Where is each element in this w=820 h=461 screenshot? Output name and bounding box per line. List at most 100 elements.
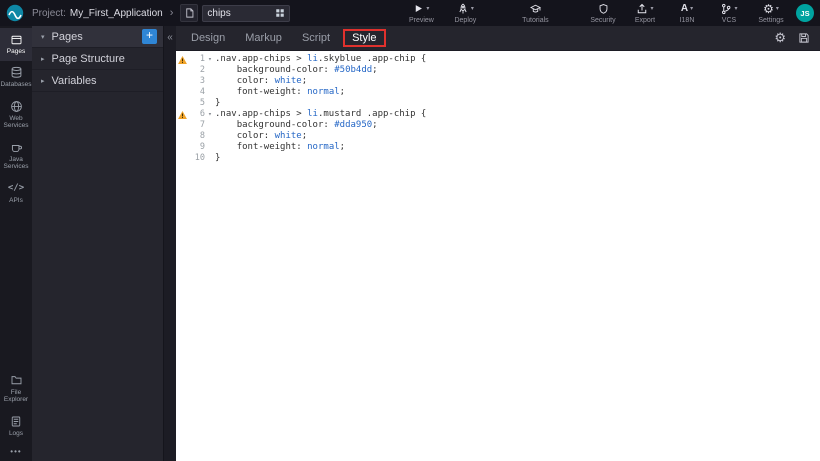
- fold-icon[interactable]: ▾: [205, 54, 215, 65]
- page-name: chips: [207, 8, 275, 19]
- sidebar-item-logs[interactable]: Logs: [0, 410, 32, 443]
- preview-button[interactable]: ▾ Preview: [406, 2, 436, 24]
- panel-section-label: Page Structure: [52, 53, 157, 65]
- project-label: Project:: [32, 8, 66, 19]
- code-line[interactable]: 7 background-color: #dda950;: [176, 120, 820, 131]
- code-icon: </>: [8, 182, 24, 195]
- left-rail: Pages Databases Web Serv: [0, 26, 32, 461]
- tab-design[interactable]: Design: [181, 29, 235, 47]
- code-line[interactable]: 3 color: white;: [176, 76, 820, 87]
- line-number: 4: [189, 87, 205, 98]
- pages-icon: [10, 33, 23, 46]
- chevron-icon: ▸: [41, 55, 45, 63]
- rocket-icon: [457, 3, 469, 15]
- vcs-label: VCS: [722, 17, 736, 24]
- grid-icon[interactable]: [275, 8, 285, 18]
- export-icon: [636, 3, 648, 15]
- sidebar-item-java-services[interactable]: Java Services: [0, 136, 32, 177]
- panel-collapse-strip: «: [163, 26, 176, 461]
- code-line[interactable]: 4 font-weight: normal;: [176, 87, 820, 98]
- line-number: 6: [189, 109, 205, 120]
- deploy-label: Deploy: [454, 17, 476, 24]
- collapse-panel-icon[interactable]: «: [167, 33, 173, 43]
- tab-markup[interactable]: Markup: [235, 29, 292, 47]
- export-label: Export: [635, 17, 655, 24]
- sidebar-item-label: Databases: [0, 81, 31, 88]
- chevron-down-icon[interactable]: ▾: [426, 5, 429, 12]
- shield-icon: [598, 3, 609, 15]
- code-line[interactable]: 5}: [176, 98, 820, 109]
- panel-section-pages[interactable]: ▾ Pages +: [32, 26, 163, 48]
- chevron-icon: ▾: [41, 33, 45, 41]
- sidebar-item-databases[interactable]: Databases: [0, 61, 32, 94]
- panel-section-variables[interactable]: ▸ Variables: [32, 70, 163, 92]
- play-icon: [413, 3, 424, 14]
- sidebar-item-label: APIs: [9, 197, 23, 204]
- i18n-label: I18N: [680, 17, 695, 24]
- studio-window: Project: My_First_Application › chips: [0, 0, 820, 461]
- more-icon[interactable]: •••: [0, 443, 32, 461]
- settings-button[interactable]: ⚙ ▾ Settings: [756, 2, 786, 24]
- vcs-button[interactable]: ▾ VCS: [714, 2, 744, 24]
- code-text: font-weight: normal;: [215, 142, 345, 153]
- security-button[interactable]: Security: [588, 2, 618, 24]
- panel-section-label: Pages: [52, 31, 142, 43]
- warning-icon[interactable]: [176, 111, 189, 119]
- chevron-icon: ▸: [41, 77, 45, 85]
- sidebar-item-pages[interactable]: Pages: [0, 28, 32, 61]
- branch-icon: [720, 3, 732, 15]
- sidebar-item-file-explorer[interactable]: File Explorer: [0, 369, 32, 410]
- fold-icon[interactable]: ▾: [205, 109, 215, 120]
- main-area: Design Markup Script Style ⚙ 1▾.nav.app-…: [176, 26, 820, 461]
- code-line[interactable]: 2 background-color: #50b4dd;: [176, 65, 820, 76]
- panel-section-page-structure[interactable]: ▸ Page Structure: [32, 48, 163, 70]
- code-line[interactable]: 9 font-weight: normal;: [176, 142, 820, 153]
- code-text: color: white;: [215, 131, 307, 142]
- i18n-button[interactable]: A ▾ I18N: [672, 2, 702, 24]
- deploy-button[interactable]: ▾ Deploy: [450, 2, 480, 24]
- chevron-down-icon[interactable]: ▾: [776, 5, 779, 12]
- code-line[interactable]: 8 color: white;: [176, 131, 820, 142]
- code-line[interactable]: 10}: [176, 153, 820, 164]
- code-text: }: [215, 153, 220, 164]
- export-button[interactable]: ▾ Export: [630, 2, 660, 24]
- tab-script[interactable]: Script: [292, 29, 340, 47]
- logs-icon: [10, 415, 22, 428]
- translate-icon: A: [681, 3, 688, 14]
- sidebar-item-label: Web Services: [1, 115, 31, 130]
- wavemaker-logo-icon[interactable]: [6, 4, 24, 22]
- user-avatar[interactable]: JS: [796, 4, 814, 22]
- topbar-right-actions: Security ▾ Export A ▾ I18N: [588, 2, 786, 24]
- tutorials-button[interactable]: Tutorials: [520, 2, 550, 24]
- editor-toolbar: ⚙: [774, 32, 810, 44]
- chevron-down-icon[interactable]: ▾: [690, 5, 693, 12]
- warning-icon[interactable]: [176, 56, 189, 64]
- pages-panel: ▾ Pages + ▸ Page Structure ▸ Variables: [32, 26, 163, 461]
- settings-label: Settings: [758, 17, 783, 24]
- preview-label: Preview: [409, 17, 434, 24]
- project-name[interactable]: My_First_Application: [70, 8, 163, 19]
- sidebar-item-web-services[interactable]: Web Services: [0, 95, 32, 136]
- line-number: 3: [189, 76, 205, 87]
- code-line[interactable]: 6▾.nav.app-chips > li.mustard .app-chip …: [176, 109, 820, 120]
- sidebar-item-apis[interactable]: </> APIs: [0, 177, 32, 210]
- globe-icon: [10, 100, 23, 113]
- chevron-down-icon[interactable]: ▾: [734, 5, 737, 12]
- line-number: 5: [189, 98, 205, 109]
- line-number: 9: [189, 142, 205, 153]
- save-icon[interactable]: [798, 32, 810, 44]
- topbar: Project: My_First_Application › chips: [0, 0, 820, 26]
- chevron-down-icon[interactable]: ▾: [471, 5, 474, 12]
- page-icon[interactable]: [180, 4, 198, 22]
- folder-icon: [10, 374, 23, 387]
- breadcrumb: Project: My_First_Application: [32, 8, 163, 19]
- code-text: .nav.app-chips > li.skyblue .app-chip {: [215, 54, 426, 65]
- chevron-down-icon[interactable]: ▾: [650, 5, 653, 12]
- add-page-button[interactable]: +: [142, 29, 157, 44]
- editor-settings-icon[interactable]: ⚙: [774, 32, 786, 44]
- code-line[interactable]: 1▾.nav.app-chips > li.skyblue .app-chip …: [176, 54, 820, 65]
- code-text: background-color: #dda950;: [215, 120, 378, 131]
- code-editor[interactable]: 1▾.nav.app-chips > li.skyblue .app-chip …: [176, 51, 820, 461]
- page-selector[interactable]: chips: [202, 5, 290, 22]
- tab-style[interactable]: Style: [343, 29, 385, 47]
